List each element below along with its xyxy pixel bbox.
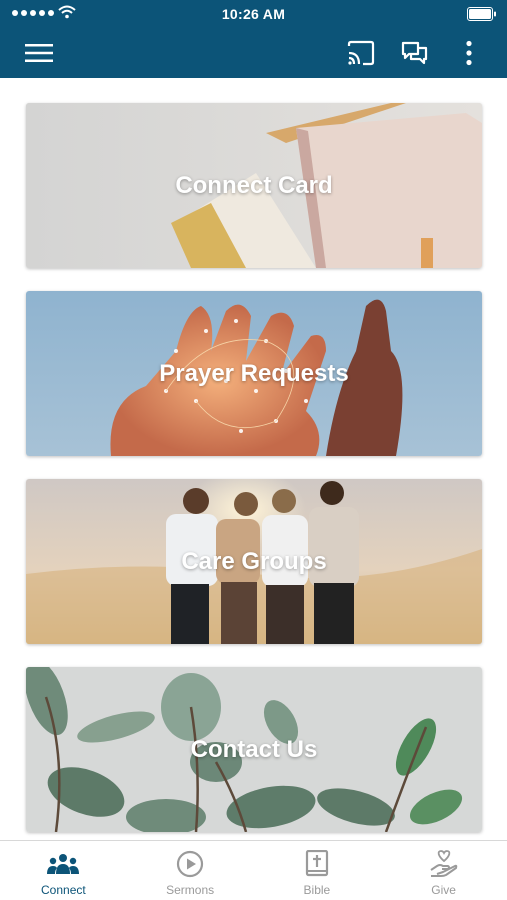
connect-card-tile[interactable]: Connect Card — [26, 103, 482, 268]
card-title: Care Groups — [181, 547, 327, 575]
tab-sermons[interactable]: Sermons — [127, 841, 254, 900]
tab-label: Bible — [303, 883, 331, 897]
status-time: 10:26 AM — [221, 6, 286, 22]
chat-icon[interactable] — [398, 36, 432, 70]
bible-book-icon — [305, 850, 329, 878]
tab-label: Give — [431, 883, 456, 897]
status-bar: 10:26 AM — [0, 0, 507, 28]
tab-label: Sermons — [166, 883, 215, 897]
tab-label: Connect — [41, 883, 86, 897]
tab-give[interactable]: Give — [380, 841, 507, 900]
battery-icon — [467, 7, 497, 26]
hamburger-menu-icon[interactable] — [22, 36, 56, 70]
care-groups-tile[interactable]: Care Groups — [26, 479, 482, 644]
bottom-tab-bar: Connect Sermons Bible Give — [0, 840, 507, 900]
card-list: Connect Card Prayer Requests Care Groups… — [0, 78, 507, 840]
cast-icon[interactable] — [344, 36, 378, 70]
card-title: Contact Us — [190, 735, 318, 763]
people-group-icon — [46, 850, 80, 878]
card-title: Prayer Requests — [159, 359, 349, 387]
tab-connect[interactable]: Connect — [0, 841, 127, 900]
play-circle-icon — [176, 850, 204, 878]
prayer-requests-tile[interactable]: Prayer Requests — [26, 291, 482, 456]
hand-heart-icon — [429, 850, 459, 878]
card-title: Connect Card — [175, 171, 333, 199]
more-vertical-icon[interactable] — [452, 36, 486, 70]
app-bar — [0, 28, 507, 78]
contact-us-tile[interactable]: Contact Us — [26, 667, 482, 832]
tab-bible[interactable]: Bible — [254, 841, 381, 900]
